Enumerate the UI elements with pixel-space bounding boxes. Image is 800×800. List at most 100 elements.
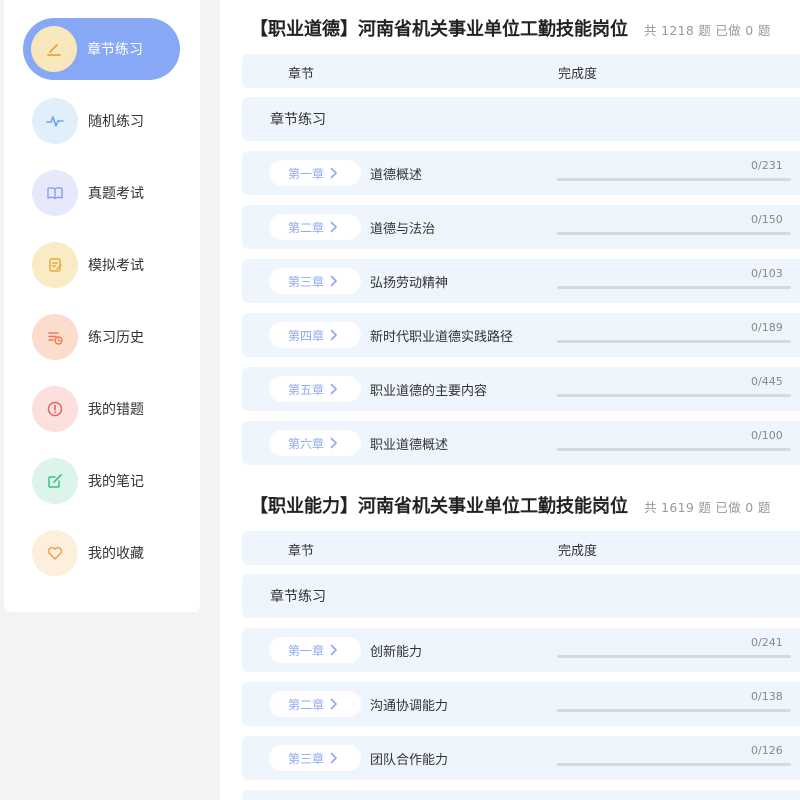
heart-icon: [32, 530, 78, 576]
section-title: 【职业道德】河南省机关事业单位工勤技能岗位: [250, 19, 628, 40]
chapter-label: 第三章: [288, 274, 325, 289]
chapter-name: 创新能力: [370, 645, 423, 660]
progress-bar: [557, 448, 791, 451]
chapter-button[interactable]: 第五章: [269, 376, 361, 402]
chapter-label: 第一章: [288, 643, 325, 658]
chapter-button[interactable]: 第一章: [269, 160, 361, 186]
chevron-right-icon: [330, 752, 337, 764]
sidebar-item-wrong-questions[interactable]: 我的错题: [24, 378, 180, 440]
progress-bar: [557, 655, 791, 658]
section-stats: 共 1218 题 已做 0 题: [644, 23, 771, 38]
chapter-name: 道德与法治: [370, 222, 436, 237]
chevron-right-icon: [330, 329, 337, 341]
section-title: 【职业能力】河南省机关事业单位工勤技能岗位: [250, 496, 628, 517]
chevron-right-icon: [330, 437, 337, 449]
sidebar-item-mock-exam[interactable]: 模拟考试: [24, 234, 180, 296]
table-header: 章节 完成度: [242, 531, 800, 565]
chapter-button[interactable]: 第六章: [269, 430, 361, 456]
sidebar-item-label: 我的收藏: [88, 546, 144, 562]
progress-count: 0/231: [751, 159, 783, 172]
chapter-button[interactable]: 第四章: [269, 322, 361, 348]
chapter-name: 弘扬劳动精神: [370, 276, 449, 291]
progress-bar: [557, 340, 791, 343]
main-content: 【职业道德】河南省机关事业单位工勤技能岗位 共 1218 题 已做 0 题 章节…: [220, 0, 800, 800]
column-header-chapter: 章节: [288, 544, 315, 559]
chapter-name: 职业道德概述: [370, 438, 449, 453]
chevron-right-icon: [330, 221, 337, 233]
column-header-progress: 完成度: [558, 544, 598, 559]
chapter-label: 第五章: [288, 382, 325, 397]
chapter-name: 团队合作能力: [370, 753, 449, 768]
sidebar-item-label: 章节练习: [87, 42, 143, 58]
table-row: 第三章 团队合作能力 0/126: [242, 736, 800, 780]
chevron-right-icon: [330, 698, 337, 710]
table-row: 第五章 职业道德的主要内容 0/445: [242, 367, 800, 411]
sidebar-item-favorites[interactable]: 我的收藏: [24, 522, 180, 584]
section-header: 【职业道德】河南省机关事业单位工勤技能岗位 共 1218 题 已做 0 题: [250, 15, 771, 41]
chapter-button[interactable]: 第二章: [269, 691, 361, 717]
chapter-label: 第三章: [288, 751, 325, 766]
progress-bar: [557, 763, 791, 766]
section-header: 【职业能力】河南省机关事业单位工勤技能岗位 共 1619 题 已做 0 题: [250, 492, 771, 518]
chapter-label: 第二章: [288, 697, 325, 712]
sidebar-item-history[interactable]: 练习历史: [24, 306, 180, 368]
table-row: 第四章 新时代职业道德实践路径 0/189: [242, 313, 800, 357]
exam-sheet-icon: [32, 242, 78, 288]
chapter-button[interactable]: 第三章: [269, 268, 361, 294]
sidebar-item-label: 模拟考试: [88, 258, 144, 274]
sidebar-item-chapter-practice[interactable]: 章节练习: [23, 18, 180, 80]
progress-bar: [557, 394, 791, 397]
pencil-icon: [31, 26, 77, 72]
progress-bar: [557, 232, 791, 235]
table-header: 章节 完成度: [242, 54, 800, 88]
sidebar: 章节练习 随机练习 真题考试 模拟考试 练习历史 我的错题 我的笔记 我的收藏: [4, 0, 200, 612]
progress-bar: [557, 178, 791, 181]
chapter-name: 职业道德的主要内容: [370, 384, 488, 399]
group-row: 章节练习: [242, 574, 800, 618]
chapter-name: 新时代职业道德实践路径: [370, 330, 514, 345]
progress-count: 0/445: [751, 375, 783, 388]
sidebar-item-random-practice[interactable]: 随机练习: [24, 90, 180, 152]
sidebar-item-real-exam[interactable]: 真题考试: [24, 162, 180, 224]
chapter-name: 道德概述: [370, 168, 423, 183]
alert-icon: [32, 386, 78, 432]
table-row: [242, 790, 800, 800]
chevron-right-icon: [330, 383, 337, 395]
group-label: 章节练习: [270, 112, 326, 128]
group-row: 章节练习: [242, 97, 800, 141]
chapter-label: 第一章: [288, 166, 325, 181]
progress-bar: [557, 286, 791, 289]
table-row: 第二章 道德与法治 0/150: [242, 205, 800, 249]
table-row: 第一章 创新能力 0/241: [242, 628, 800, 672]
chevron-right-icon: [330, 644, 337, 656]
group-label: 章节练习: [270, 589, 326, 605]
chapter-label: 第六章: [288, 436, 325, 451]
column-header-chapter: 章节: [288, 67, 315, 82]
chevron-right-icon: [330, 167, 337, 179]
table-row: 第二章 沟通协调能力 0/138: [242, 682, 800, 726]
column-header-progress: 完成度: [558, 67, 598, 82]
sidebar-item-notes[interactable]: 我的笔记: [24, 450, 180, 512]
history-icon: [32, 314, 78, 360]
progress-bar: [557, 709, 791, 712]
table-row: 第六章 职业道德概述 0/100: [242, 421, 800, 465]
pulse-icon: [32, 98, 78, 144]
progress-count: 0/241: [751, 636, 783, 649]
sidebar-item-label: 我的错题: [88, 402, 144, 418]
sidebar-item-label: 真题考试: [88, 186, 144, 202]
book-icon: [32, 170, 78, 216]
sidebar-item-label: 随机练习: [88, 114, 144, 130]
section-stats: 共 1619 题 已做 0 题: [644, 500, 771, 515]
progress-count: 0/103: [751, 267, 783, 280]
sidebar-item-label: 我的笔记: [88, 474, 144, 490]
table-row: 第三章 弘扬劳动精神 0/103: [242, 259, 800, 303]
progress-count: 0/100: [751, 429, 783, 442]
chevron-right-icon: [330, 275, 337, 287]
chapter-button[interactable]: 第三章: [269, 745, 361, 771]
chapter-button[interactable]: 第二章: [269, 214, 361, 240]
chapter-button[interactable]: 第一章: [269, 637, 361, 663]
chapter-name: 沟通协调能力: [370, 699, 449, 714]
sidebar-item-label: 练习历史: [88, 330, 144, 346]
progress-count: 0/189: [751, 321, 783, 334]
chapter-label: 第二章: [288, 220, 325, 235]
